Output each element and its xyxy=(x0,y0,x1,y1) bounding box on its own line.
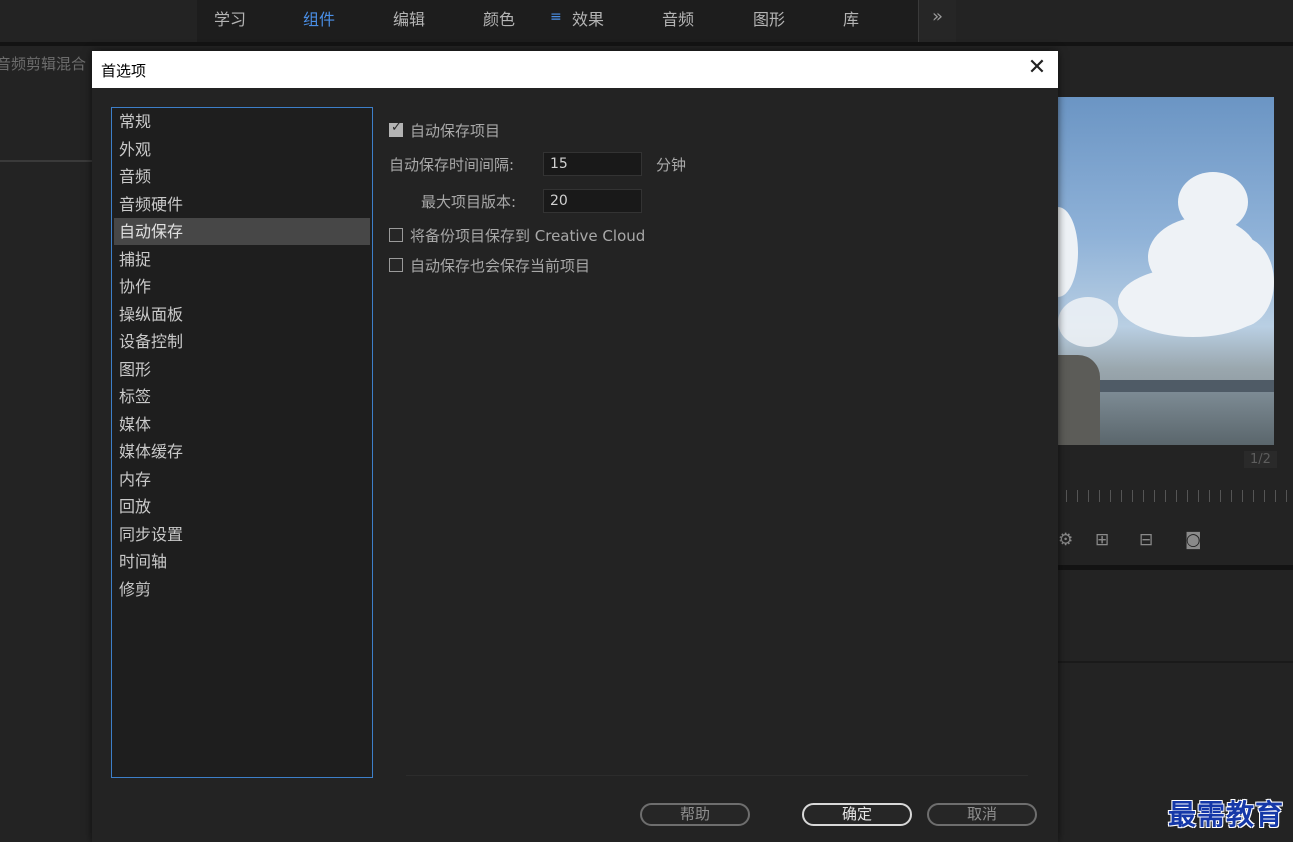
settings-icon[interactable]: ⚙ xyxy=(1058,530,1073,550)
close-icon[interactable]: ✕ xyxy=(1022,55,1052,80)
ok-button[interactable]: 确定 xyxy=(802,803,912,826)
dialog-title: 首选项 xyxy=(101,62,147,80)
video-preview xyxy=(1058,97,1274,445)
category-general[interactable]: 常规 xyxy=(114,108,370,135)
category-graphics[interactable]: 图形 xyxy=(114,356,370,383)
overwrite-icon[interactable]: ⊟ xyxy=(1139,530,1153,550)
workspace-menu-icon[interactable]: ≡ xyxy=(550,9,562,25)
category-audio[interactable]: 音频 xyxy=(114,163,370,190)
watermark-logo: 最需教育 xyxy=(1168,798,1285,831)
interval-unit-label: 分钟 xyxy=(656,156,687,174)
category-control-surface[interactable]: 操纵面板 xyxy=(114,301,370,328)
save-current-checkbox[interactable] xyxy=(389,258,403,272)
category-audio-hardware[interactable]: 音频硬件 xyxy=(114,191,370,218)
tab-libraries[interactable]: 库 xyxy=(843,6,859,30)
tab-audio[interactable]: 音频 xyxy=(662,6,694,30)
auto-save-label: 自动保存项目 xyxy=(410,122,501,140)
program-monitor-panel: 1/2 ⚙ ⊞ ⊟ ◙ xyxy=(1058,46,1293,842)
creative-cloud-label: 将备份项目保存到 Creative Cloud xyxy=(410,227,646,245)
cancel-button[interactable]: 取消 xyxy=(927,803,1037,826)
category-timeline[interactable]: 时间轴 xyxy=(114,548,370,575)
category-appearance[interactable]: 外观 xyxy=(114,136,370,163)
tab-graphics[interactable]: 图形 xyxy=(753,6,785,30)
auto-save-checkbox[interactable] xyxy=(389,120,403,137)
category-labels[interactable]: 标签 xyxy=(114,383,370,410)
category-media-cache[interactable]: 媒体缓存 xyxy=(114,438,370,465)
workspace-bar: 学习 组件 ≡ 编辑 颜色 效果 音频 图形 库 » xyxy=(0,0,1293,42)
preferences-dialog: 首选项 ✕ 常规 外观 音频 音频硬件 自动保存 捕捉 协作 操纵面板 设备控制… xyxy=(92,51,1058,842)
category-auto-save[interactable]: 自动保存 xyxy=(114,218,370,245)
creative-cloud-checkbox[interactable] xyxy=(389,228,403,242)
category-playback[interactable]: 回放 xyxy=(114,493,370,520)
panel-divider xyxy=(0,160,92,162)
workspace-tabs: 学习 组件 ≡ 编辑 颜色 效果 音频 图形 库 xyxy=(197,0,919,42)
category-memory[interactable]: 内存 xyxy=(114,466,370,493)
category-capture[interactable]: 捕捉 xyxy=(114,246,370,273)
help-button[interactable]: 帮助 xyxy=(640,803,750,826)
dialog-separator xyxy=(406,775,1028,776)
audio-clip-mixer-panel: 音频剪辑混合 xyxy=(0,46,92,842)
tab-effects[interactable]: 效果 xyxy=(572,6,604,30)
interval-label: 自动保存时间间隔: xyxy=(389,156,515,174)
insert-icon[interactable]: ⊞ xyxy=(1095,530,1109,550)
page-indicator: 1/2 xyxy=(1244,451,1277,468)
max-versions-input[interactable] xyxy=(543,189,642,213)
interval-input[interactable] xyxy=(543,152,642,176)
category-collaboration[interactable]: 协作 xyxy=(114,273,370,300)
tab-editing[interactable]: 编辑 xyxy=(393,6,425,30)
tab-color[interactable]: 颜色 xyxy=(483,6,515,30)
panel-divider xyxy=(1058,661,1293,663)
panel-divider xyxy=(1058,565,1293,570)
tab-learning[interactable]: 学习 xyxy=(214,6,246,30)
max-versions-label: 最大项目版本: xyxy=(421,193,517,211)
category-sync-settings[interactable]: 同步设置 xyxy=(114,521,370,548)
tab-assembly[interactable]: 组件 xyxy=(303,6,335,30)
dialog-titlebar[interactable]: 首选项 ✕ xyxy=(92,51,1058,88)
camera-icon[interactable]: ◙ xyxy=(1185,530,1202,550)
category-media[interactable]: 媒体 xyxy=(114,411,370,438)
category-trim[interactable]: 修剪 xyxy=(114,576,370,603)
category-list[interactable]: 常规 外观 音频 音频硬件 自动保存 捕捉 协作 操纵面板 设备控制 图形 标签… xyxy=(111,107,373,778)
category-device-control[interactable]: 设备控制 xyxy=(114,328,370,355)
save-current-label: 自动保存也会保存当前项目 xyxy=(410,257,591,275)
more-workspaces-icon[interactable]: » xyxy=(919,0,956,42)
time-ruler[interactable] xyxy=(1066,490,1290,502)
panel-title[interactable]: 音频剪辑混合 xyxy=(0,53,86,74)
